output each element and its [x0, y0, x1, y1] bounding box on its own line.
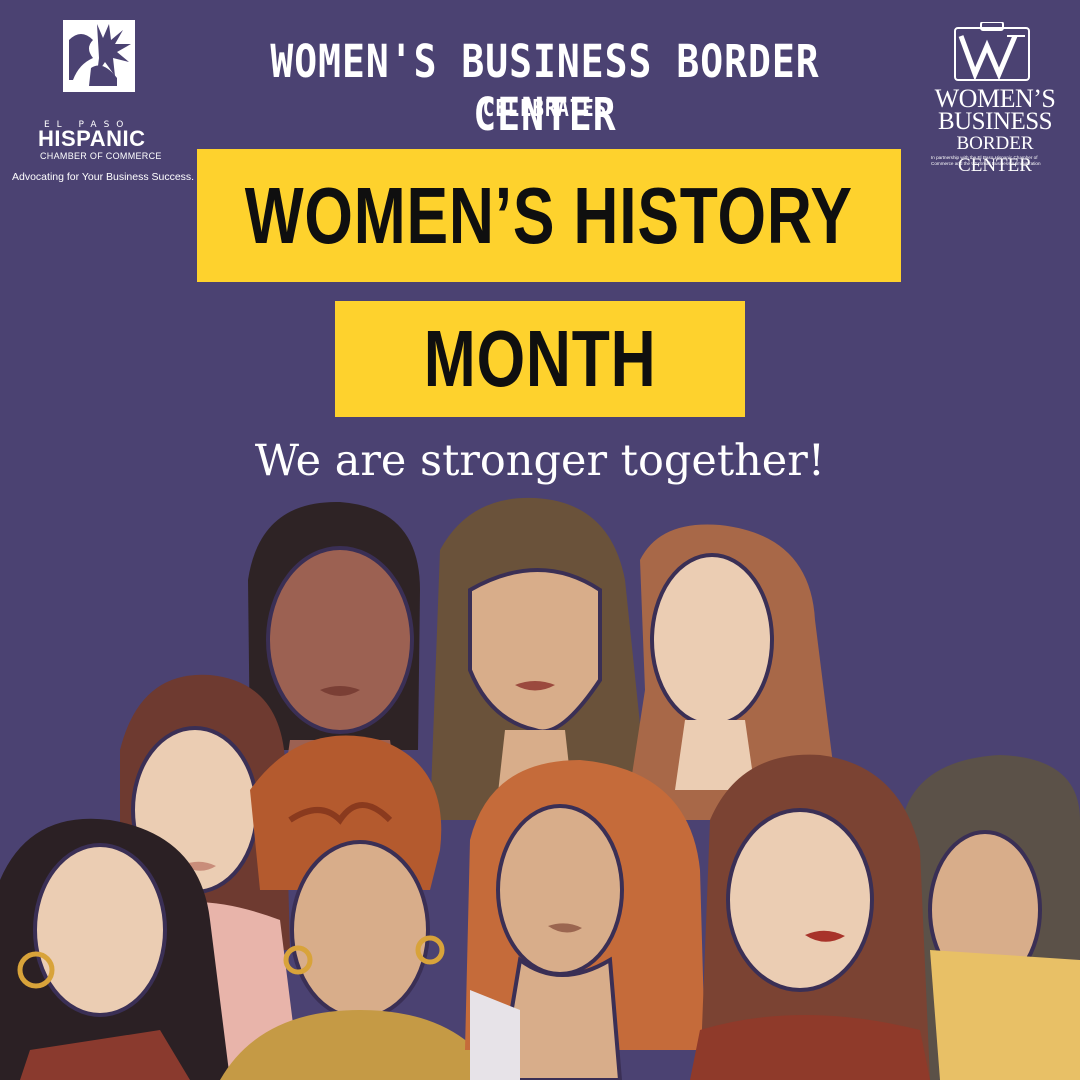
- org-name: HISPANIC: [38, 126, 146, 151]
- center-title: WOMEN'S BUSINESS BORDER CENTER: [270, 35, 820, 141]
- banner-text-2: MONTH: [423, 314, 657, 403]
- women-group-illustration: [0, 497, 1080, 1080]
- banner-line-2: MONTH: [335, 301, 745, 417]
- woman-front-right: [690, 754, 930, 1080]
- wbbc-logo: WOMEN’S BUSINESS BORDER CENTER In partne…: [925, 20, 1065, 176]
- wbbc-line-2: BUSINESS: [937, 108, 1053, 135]
- celebrates-label: CELEBRATES: [482, 95, 608, 123]
- wbbc-fine-print: In partnership with the El Paso Hispanic…: [931, 155, 1041, 166]
- poster: EL PASO HISPANIC CHAMBER OF COMMERCE Adv…: [0, 0, 1080, 1080]
- tagline: We are stronger together!: [254, 436, 826, 486]
- wbbc-emblem-icon: [954, 22, 1030, 81]
- org-type: CHAMBER OF COMMERCE: [40, 151, 162, 161]
- chamber-emblem-icon: [63, 20, 135, 92]
- banner-text-1: WOMEN’S HISTORY: [244, 170, 854, 260]
- hispanic-chamber-logo: EL PASO HISPANIC CHAMBER OF COMMERCE Adv…: [8, 20, 198, 183]
- slogan: Advocating for Your Business Success.: [12, 171, 195, 183]
- woman-front-curly: [465, 760, 705, 1080]
- banner-line-1: WOMEN’S HISTORY: [197, 149, 901, 282]
